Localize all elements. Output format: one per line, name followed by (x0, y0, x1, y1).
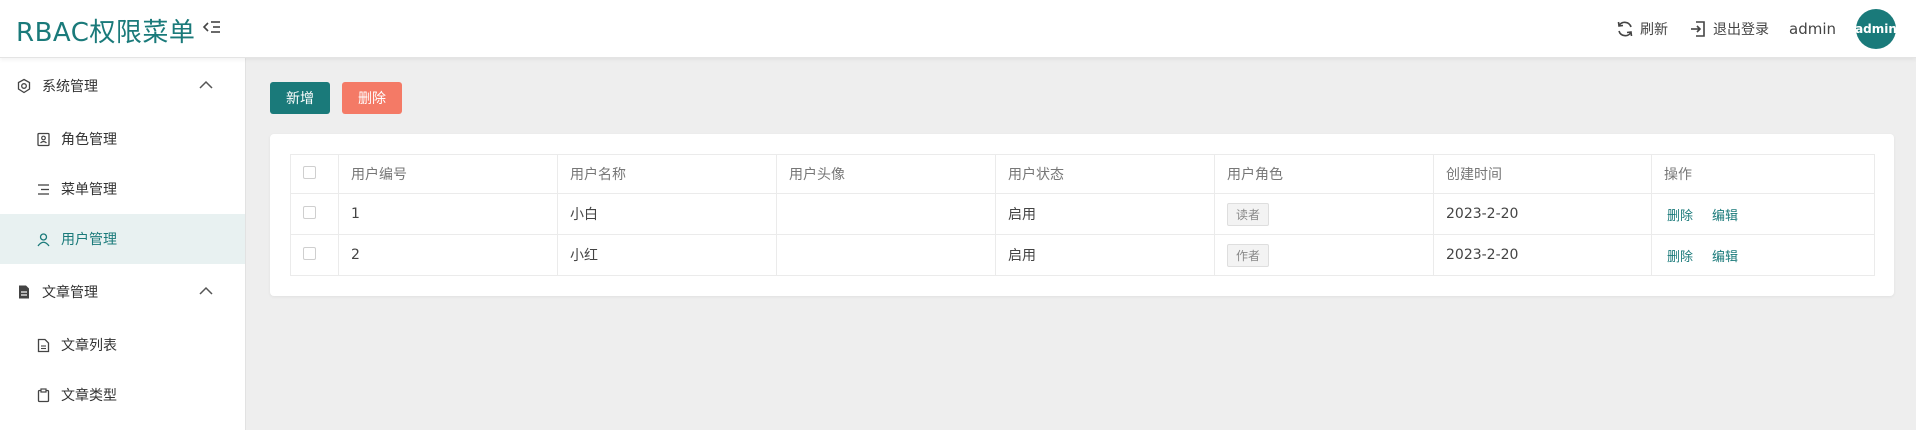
sidebar-item-label: 角色管理 (61, 132, 117, 148)
sidebar-item-label: 文章类型 (61, 388, 117, 404)
chevron-up-icon (199, 80, 213, 89)
username: admin (1789, 20, 1836, 38)
sidebar-group-label: 系统管理 (42, 79, 98, 95)
avatar[interactable]: admin (1855, 9, 1897, 49)
row-delete-link[interactable]: 删除 (1667, 209, 1693, 224)
logout-icon (1691, 21, 1705, 37)
app-title: RBAC权限菜单 (16, 18, 196, 48)
cell-created-time: 2023-2-20 (1433, 193, 1652, 235)
refresh-label: 刷新 (1640, 22, 1668, 38)
top-header: RBAC权限菜单 刷新 退出登录 admin admin (0, 0, 1916, 58)
document-filled-icon (19, 285, 29, 299)
select-all-checkbox[interactable] (303, 165, 316, 179)
column-header: 创建时间 (1433, 154, 1652, 194)
cell-user-name: 小白 (557, 193, 777, 235)
cell-user-status: 启用 (995, 193, 1215, 235)
column-header: 用户名称 (557, 154, 777, 194)
sidebar-item-article-types[interactable]: 文章类型 (0, 370, 245, 420)
row-edit-link[interactable]: 编辑 (1712, 209, 1738, 224)
column-header: 用户角色 (1214, 154, 1434, 194)
row-checkbox[interactable] (303, 246, 316, 260)
cell-created-time: 2023-2-20 (1433, 234, 1652, 276)
cell-user-name: 小红 (557, 234, 777, 276)
cell-user-id: 1 (338, 193, 558, 235)
table-header-row: 用户编号 用户名称 用户头像 用户状态 用户角色 创建时间 操作 (290, 154, 1875, 194)
add-button[interactable]: 新增 (270, 82, 330, 114)
sidebar-item-menus[interactable]: 菜单管理 (0, 164, 245, 214)
clipboard-icon (37, 387, 50, 402)
cell-user-id: 2 (338, 234, 558, 276)
column-header: 操作 (1651, 154, 1875, 194)
refresh-button[interactable]: 刷新 (1615, 19, 1668, 39)
collapse-menu-icon[interactable] (202, 18, 222, 38)
sidebar-item-users[interactable]: 用户管理 (0, 214, 245, 264)
user-table: 用户编号 用户名称 用户头像 用户状态 用户角色 创建时间 操作 1 小白 启用… (290, 154, 1875, 276)
sidebar-group-label: 文章管理 (42, 285, 98, 301)
sidebar-item-label: 用户管理 (61, 232, 117, 248)
id-card-icon (37, 132, 50, 146)
sidebar-item-article-list[interactable]: 文章列表 (0, 320, 245, 370)
cell-user-status: 启用 (995, 234, 1215, 276)
sidebar: 系统管理 角色管理 菜单管理 用户管理 文章管理 文章列表 文章类型 (0, 58, 246, 430)
column-header: 用户编号 (338, 154, 558, 194)
sidebar-group-system[interactable]: 系统管理 (0, 58, 245, 114)
cell-user-avatar (776, 234, 996, 276)
main-content: 新增 删除 用户编号 用户名称 用户头像 用户状态 用户角色 创建时间 操作 1… (247, 58, 1916, 430)
sidebar-item-label: 文章列表 (61, 338, 117, 354)
logout-label: 退出登录 (1713, 22, 1769, 38)
sidebar-group-articles[interactable]: 文章管理 (0, 264, 245, 320)
role-tag: 读者 (1227, 202, 1270, 226)
row-checkbox[interactable] (303, 205, 316, 219)
refresh-icon (1617, 21, 1633, 37)
role-tag: 作者 (1227, 243, 1270, 267)
row-edit-link[interactable]: 编辑 (1712, 250, 1738, 265)
table-row: 1 小白 启用 读者 2023-2-20 删除 编辑 (290, 193, 1875, 235)
user-icon (37, 232, 50, 246)
sidebar-item-roles[interactable]: 角色管理 (0, 114, 245, 164)
sidebar-item-label: 菜单管理 (61, 182, 117, 198)
chevron-up-icon (199, 286, 213, 295)
header-actions: 刷新 退出登录 admin admin (1615, 0, 1897, 58)
logout-button[interactable]: 退出登录 (1688, 19, 1769, 39)
cell-user-avatar (776, 193, 996, 235)
table-card: 用户编号 用户名称 用户头像 用户状态 用户角色 创建时间 操作 1 小白 启用… (270, 134, 1894, 296)
column-header: 用户头像 (776, 154, 996, 194)
table-row: 2 小红 启用 作者 2023-2-20 删除 编辑 (290, 234, 1875, 276)
column-header: 用户状态 (995, 154, 1215, 194)
menu-list-icon (38, 183, 49, 195)
row-delete-link[interactable]: 删除 (1667, 250, 1693, 265)
document-icon (37, 338, 50, 352)
delete-button[interactable]: 删除 (342, 82, 402, 114)
settings-icon (17, 78, 31, 94)
